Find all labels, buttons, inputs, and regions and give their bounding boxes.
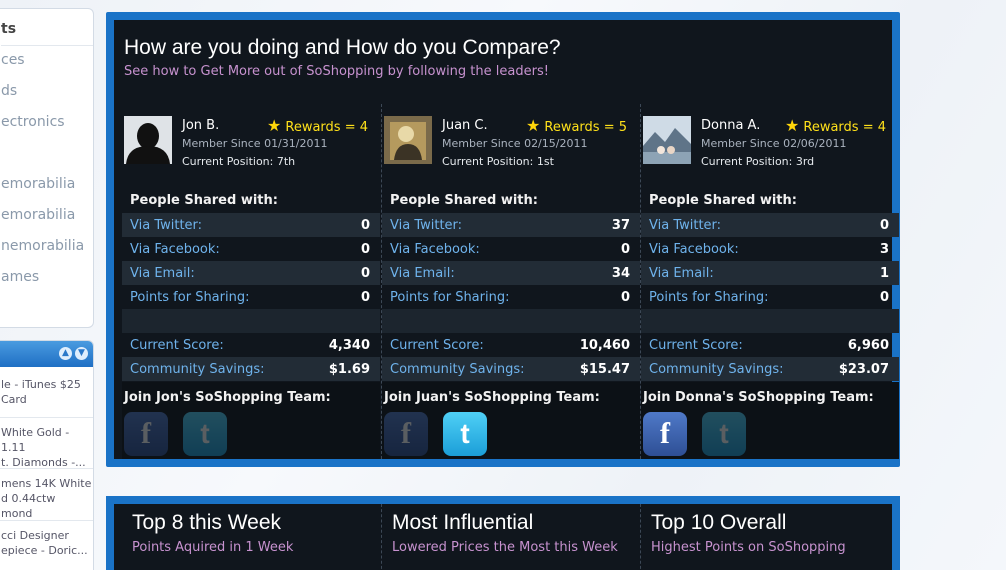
compare-title: How are you doing and How do you Compare… [124,36,561,59]
leaders-panel: Top 8 this Week Points Aquired in 1 Week… [106,496,900,570]
sidebar-category[interactable]: emorabilia [1,207,75,223]
stat-row-points: Points for Sharing: 0 [130,289,370,305]
stat-row-savings: Community Savings: $1.69 [122,357,380,381]
stat-row-facebook: Via Facebook: 0 [130,241,370,257]
stat-row-twitter: Via Twitter: 0 [122,213,380,237]
leaders-section[interactable]: Top 10 Overall Highest Points on SoShopp… [640,504,898,570]
sidebar-category[interactable]: ds [1,83,17,99]
rewards-badge: ★ Rewards = 5 [526,116,627,135]
twitter-icon[interactable]: t [702,412,746,456]
member-since: Member Since 02/06/2011 [701,137,847,150]
product-item[interactable]: mens 14K White d 0.44ctw mond [1,476,93,521]
sidebar-category[interactable]: nemorabilia [1,238,84,254]
member-since: Member Since 01/31/2011 [182,137,328,150]
member-since: Member Since 02/15/2011 [442,137,588,150]
product-sidebar-header: ▲ ▼ [0,341,93,367]
section-title: Top 8 this Week [132,511,282,534]
sidebar-category[interactable]: ts [1,21,16,37]
user-name[interactable]: Donna A. [701,118,760,133]
chevron-up-icon[interactable]: ▲ [59,347,72,360]
avatar[interactable] [643,116,691,164]
stat-row-points: Points for Sharing: 0 [390,289,630,305]
star-icon: ★ [526,116,541,135]
leader-card: Juan C. ★ Rewards = 5 Member Since 02/15/… [381,104,640,459]
product-sidebar: ▲ ▼ le - iTunes $25 Card White Gold - 1.… [0,340,94,570]
stat-row-facebook: Via Facebook: 3 [649,241,889,257]
stat-spacer [382,309,640,333]
leader-card: Donna A. ★ Rewards = 4 Member Since 02/06… [640,104,899,459]
twitter-icon[interactable]: t [443,412,487,456]
shared-header: People Shared with: [649,193,797,208]
current-position: Current Position: 3rd [701,155,815,168]
user-name[interactable]: Jon B. [182,118,219,133]
facebook-icon[interactable]: f [384,412,428,456]
stat-spacer [122,309,380,333]
stat-spacer [641,309,899,333]
star-icon: ★ [267,116,282,135]
stat-row-score: Current Score: 4,340 [130,337,370,353]
stat-row-score: Current Score: 6,960 [649,337,889,353]
stat-row-email: Via Email: 34 [382,261,640,285]
stat-row-email: Via Email: 0 [122,261,380,285]
join-team-label: Join Juan's SoShopping Team: [384,390,600,405]
rewards-badge: ★ Rewards = 4 [785,116,886,135]
product-item[interactable]: White Gold - 1.11 t. Diamonds -... [1,425,93,470]
stat-row-savings: Community Savings: $15.47 [382,357,640,381]
stat-row-twitter: Via Twitter: 0 [641,213,899,237]
section-subtitle: Points Aquired in 1 Week [132,540,294,555]
current-position: Current Position: 7th [182,155,296,168]
stat-row-facebook: Via Facebook: 0 [390,241,630,257]
leaders-section[interactable]: Top 8 this Week Points Aquired in 1 Week [122,504,380,570]
leaders-section[interactable]: Most Influential Lowered Prices the Most… [381,504,639,570]
leader-card: Jon B. ★ Rewards = 4 Member Since 01/31/2… [122,104,380,459]
chevron-down-icon[interactable]: ▼ [75,347,88,360]
join-team-label: Join Donna's SoShopping Team: [643,390,874,405]
avatar[interactable] [384,116,432,164]
category-sidebar: ts ces ds ectronics emorabilia emorabili… [0,8,94,328]
user-name[interactable]: Juan C. [442,118,488,133]
join-team-label: Join Jon's SoShopping Team: [124,390,331,405]
stat-row-twitter: Via Twitter: 37 [382,213,640,237]
facebook-icon[interactable]: f [124,412,168,456]
stat-row-email: Via Email: 1 [641,261,899,285]
shared-header: People Shared with: [130,193,278,208]
current-position: Current Position: 1st [442,155,554,168]
facebook-icon[interactable]: f [643,412,687,456]
stat-row-points: Points for Sharing: 0 [649,289,889,305]
sidebar-category[interactable]: ames [1,269,39,285]
sidebar-category[interactable]: ectronics [1,114,65,130]
rewards-badge: ★ Rewards = 4 [267,116,368,135]
section-subtitle: Highest Points on SoShopping [651,540,846,555]
section-title: Top 10 Overall [651,511,787,534]
shared-header: People Shared with: [390,193,538,208]
twitter-icon[interactable]: t [183,412,227,456]
sidebar-category[interactable]: ces [1,52,25,68]
stat-row-savings: Community Savings: $23.07 [641,357,899,381]
sidebar-category[interactable]: emorabilia [1,176,75,192]
star-icon: ★ [785,116,800,135]
section-subtitle: Lowered Prices the Most this Week [392,540,618,555]
avatar[interactable] [124,116,172,164]
stat-row-score: Current Score: 10,460 [390,337,630,353]
compare-panel: How are you doing and How do you Compare… [106,12,900,467]
product-item[interactable]: le - iTunes $25 Card [1,377,93,407]
section-title: Most Influential [392,511,534,534]
product-item[interactable]: cci Designer epiece - Doric... [1,528,93,558]
compare-subtitle: See how to Get More out of SoShopping by… [124,64,549,79]
